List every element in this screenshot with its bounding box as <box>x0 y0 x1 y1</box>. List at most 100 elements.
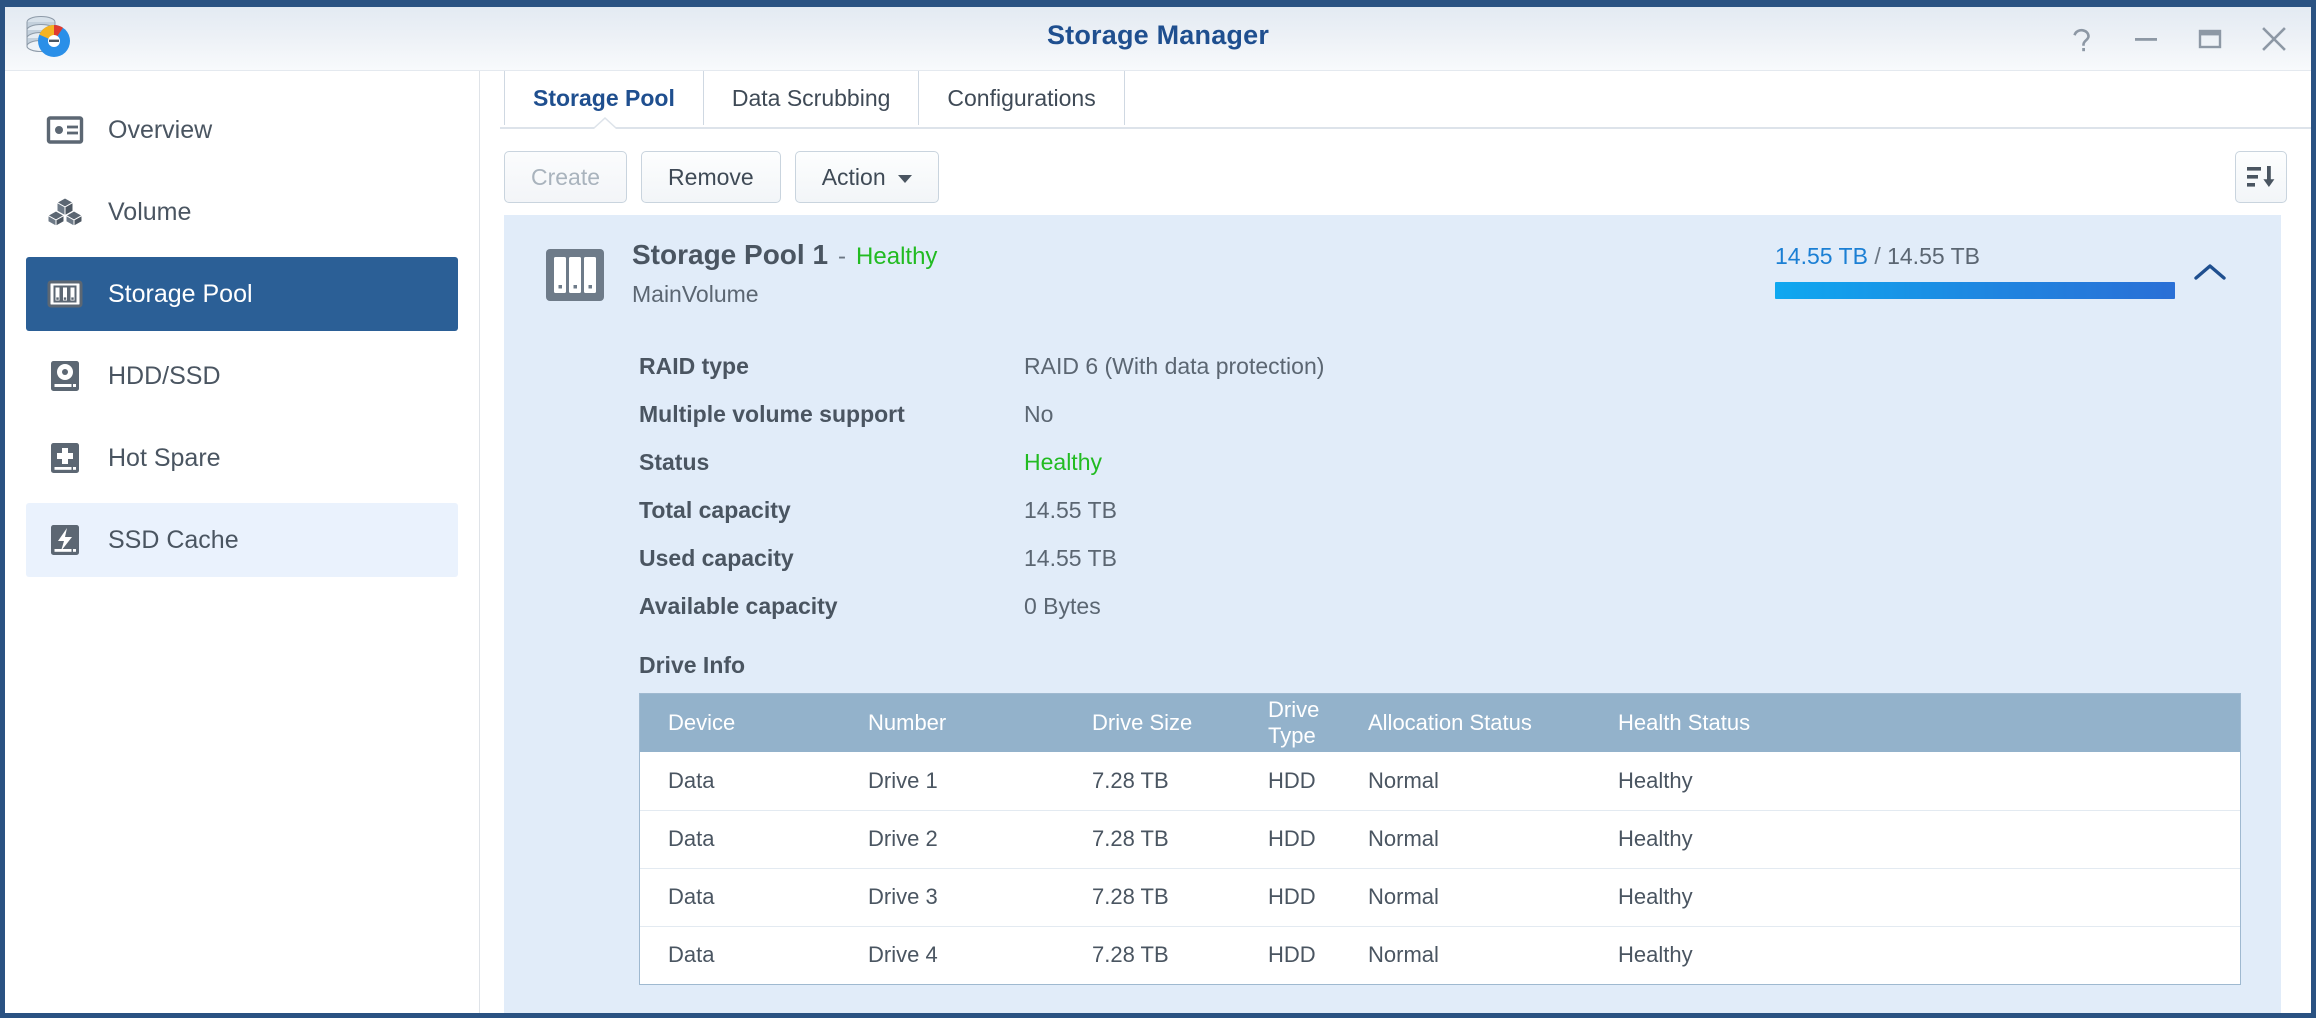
pool-header: Storage Pool 1 - Healthy MainVolume 14.5… <box>504 239 2281 308</box>
drive-type-cell: HDD <box>1240 926 1340 984</box>
drive-device-cell: Data <box>640 752 840 810</box>
capacity-progress-bar <box>1775 282 2175 299</box>
pool-detail-row: StatusHealthy <box>504 438 2241 486</box>
pool-detail-value: 14.55 TB <box>1024 545 1117 572</box>
sidebar: Overview Volume <box>5 71 480 1013</box>
drive-number-cell: Drive 1 <box>840 752 1064 810</box>
pool-name-separator: - <box>838 243 846 271</box>
drive-table-column-header[interactable]: Device <box>640 694 840 752</box>
drive-health-cell: Healthy <box>1590 752 2240 810</box>
capacity-total-value: 14.55 TB <box>1887 243 1980 269</box>
main-content: Storage Pool Data Scrubbing Configuratio… <box>480 71 2311 1013</box>
pool-detail-value: RAID 6 (With data protection) <box>1024 353 1324 380</box>
drive-size-cell: 7.28 TB <box>1064 868 1240 926</box>
drive-table-column-header[interactable]: Health Status <box>1590 694 2240 752</box>
storage-pool-icon <box>46 275 84 313</box>
drive-device-cell: Data <box>640 810 840 868</box>
ssd-cache-icon <box>46 521 84 559</box>
sidebar-item-overview[interactable]: Overview <box>26 93 458 167</box>
pool-detail-value: 14.55 TB <box>1024 497 1117 524</box>
storage-pool-bay-icon <box>544 247 606 303</box>
drive-info-table: DeviceNumberDrive SizeDrive TypeAllocati… <box>640 694 2240 984</box>
pool-detail-value: 0 Bytes <box>1024 593 1101 620</box>
chevron-down-icon <box>898 175 912 183</box>
window-title: Storage Manager <box>5 20 2311 51</box>
minimize-button[interactable] <box>2129 22 2163 56</box>
drive-type-cell: HDD <box>1240 810 1340 868</box>
drive-number-cell: Drive 4 <box>840 926 1064 984</box>
window-body: Overview Volume <box>5 71 2311 1013</box>
action-button[interactable]: Action <box>795 151 939 203</box>
drive-info-title: Drive Info <box>504 652 2281 679</box>
tab-underline <box>480 125 2311 139</box>
tab-data-scrubbing[interactable]: Data Scrubbing <box>703 71 919 125</box>
sidebar-item-storage-pool[interactable]: Storage Pool <box>26 257 458 331</box>
help-button[interactable] <box>2065 22 2099 56</box>
sidebar-item-volume[interactable]: Volume <box>26 175 458 249</box>
sidebar-item-hdd-ssd[interactable]: HDD/SSD <box>26 339 458 413</box>
drive-table-column-header[interactable]: Number <box>840 694 1064 752</box>
pool-detail-row: Used capacity14.55 TB <box>504 534 2241 582</box>
drive-allocation-cell: Normal <box>1340 752 1590 810</box>
sidebar-item-label: SSD Cache <box>108 526 239 555</box>
drive-health-cell: Healthy <box>1590 926 2240 984</box>
drive-device-cell: Data <box>640 868 840 926</box>
pool-detail-row: Multiple volume supportNo <box>504 390 2241 438</box>
sidebar-item-label: Storage Pool <box>108 280 253 309</box>
sidebar-item-hot-spare[interactable]: Hot Spare <box>26 421 458 495</box>
sort-order-button[interactable] <box>2235 151 2287 203</box>
drive-table-column-header[interactable]: Allocation Status <box>1340 694 1590 752</box>
maximize-button[interactable] <box>2193 22 2227 56</box>
pool-capacity-block: 14.55 TB / 14.55 TB <box>1775 243 2175 299</box>
pool-detail-row: Total capacity14.55 TB <box>504 486 2241 534</box>
pool-detail-key: Multiple volume support <box>504 401 1024 428</box>
tab-label: Storage Pool <box>533 85 675 112</box>
remove-button-label: Remove <box>668 164 754 191</box>
drive-info-table-wrap: DeviceNumberDrive SizeDrive TypeAllocati… <box>639 693 2241 985</box>
table-row[interactable]: DataDrive 37.28 TBHDDNormalHealthy <box>640 868 2240 926</box>
drive-number-cell: Drive 2 <box>840 810 1064 868</box>
capacity-progress-fill <box>1775 282 2175 299</box>
create-button[interactable]: Create <box>504 151 627 203</box>
pool-detail-key: Status <box>504 449 1024 476</box>
drive-size-cell: 7.28 TB <box>1064 752 1240 810</box>
pool-subtitle: MainVolume <box>632 281 1775 308</box>
hot-spare-icon <box>46 439 84 477</box>
pool-detail-row: RAID typeRAID 6 (With data protection) <box>504 342 2241 390</box>
pool-detail-key: Total capacity <box>504 497 1024 524</box>
chevron-up-icon <box>2193 261 2227 283</box>
table-row[interactable]: DataDrive 17.28 TBHDDNormalHealthy <box>640 752 2240 810</box>
capacity-used-value: 14.55 TB <box>1775 243 1868 269</box>
table-row[interactable]: DataDrive 27.28 TBHDDNormalHealthy <box>640 810 2240 868</box>
drive-health-cell: Healthy <box>1590 810 2240 868</box>
remove-button[interactable]: Remove <box>641 151 781 203</box>
pool-collapse-button[interactable] <box>2175 261 2245 283</box>
drive-table-header-row: DeviceNumberDrive SizeDrive TypeAllocati… <box>640 694 2240 752</box>
pool-detail-key: Available capacity <box>504 593 1024 620</box>
drive-device-cell: Data <box>640 926 840 984</box>
tab-configurations[interactable]: Configurations <box>918 71 1124 125</box>
sidebar-item-label: Volume <box>108 198 191 227</box>
pool-name: Storage Pool 1 <box>632 239 828 271</box>
drive-health-cell: Healthy <box>1590 868 2240 926</box>
capacity-separator: / <box>1874 243 1880 269</box>
drive-allocation-cell: Normal <box>1340 868 1590 926</box>
volume-icon <box>46 193 84 231</box>
tab-label: Configurations <box>947 85 1095 112</box>
sidebar-item-label: HDD/SSD <box>108 362 221 391</box>
toolbar: Create Remove Action <box>480 139 2311 215</box>
hdd-ssd-icon <box>46 357 84 395</box>
sort-descending-icon <box>2246 163 2276 191</box>
table-row[interactable]: DataDrive 47.28 TBHDDNormalHealthy <box>640 926 2240 984</box>
close-button[interactable] <box>2257 22 2291 56</box>
pool-title-block: Storage Pool 1 - Healthy MainVolume <box>632 239 1775 308</box>
pool-detail-row: Available capacity0 Bytes <box>504 582 2241 630</box>
pool-details-list: RAID typeRAID 6 (With data protection)Mu… <box>504 342 2281 630</box>
drive-table-column-header[interactable]: Drive Size <box>1064 694 1240 752</box>
drive-table-column-header[interactable]: Drive Type <box>1240 694 1340 752</box>
drive-table-body: DataDrive 17.28 TBHDDNormalHealthyDataDr… <box>640 752 2240 984</box>
pool-status-badge: Healthy <box>856 243 937 271</box>
tab-bar: Storage Pool Data Scrubbing Configuratio… <box>480 71 2311 125</box>
sidebar-item-ssd-cache[interactable]: SSD Cache <box>26 503 458 577</box>
pool-detail-key: RAID type <box>504 353 1024 380</box>
